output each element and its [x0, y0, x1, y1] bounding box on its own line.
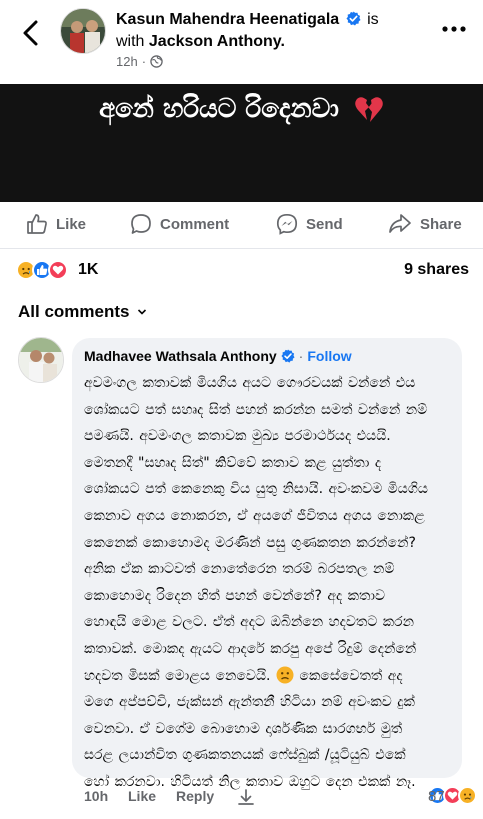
- share-icon: [389, 214, 411, 233]
- comment-line: ශෝකයට පත් සහෘද සිත් පහන් කරන්න සමත් වන්න…: [84, 401, 428, 418]
- comments-filter[interactable]: All comments: [18, 302, 147, 322]
- comment-line-with-emoji: හදවත මිසක් මොළය නෙවෙයි. කෙසේවෙතත් අද: [84, 663, 450, 690]
- comment-line: කතාවක්. මොකද ඇයට ආදරේ කරපු අපේ රිදුම් දෙ…: [84, 640, 417, 657]
- header-dot: ·: [298, 348, 304, 364]
- comment-footer: 10h Like Reply 87: [84, 786, 479, 808]
- comment-line: කෙසේවෙතත් අද: [299, 667, 403, 684]
- comment-reply-button[interactable]: Reply: [176, 788, 214, 804]
- comment-reaction-count: 87: [428, 788, 445, 805]
- comment-icon: [131, 214, 151, 234]
- post-meta: 12h ·: [116, 54, 163, 69]
- with-text: with: [116, 33, 145, 50]
- follow-button[interactable]: Follow: [307, 348, 351, 364]
- share-comment-icon[interactable]: [236, 787, 256, 807]
- send-label: Send: [306, 215, 343, 233]
- is-text: is: [367, 11, 379, 28]
- sad-icon: [458, 786, 477, 805]
- love-icon: [48, 260, 68, 280]
- meta-dot: ·: [141, 54, 147, 69]
- post-text: අනේ හරියට රිදෙනවා: [99, 94, 339, 124]
- comment-header: Madhavee Wathsala Anthony · Follow: [84, 348, 450, 364]
- divider: [0, 248, 483, 249]
- commenter-name[interactable]: Madhavee Wathsala Anthony: [84, 348, 277, 364]
- comment-line: පමණයි. අවමංගල කතාවක මුඛ්‍ය පරමාර්ථයද එයය…: [84, 428, 391, 445]
- comment-label: Comment: [160, 215, 230, 233]
- like-label: Like: [56, 215, 87, 233]
- slightly-frowning-face-icon: [276, 666, 294, 684]
- share-count[interactable]: 9 shares: [404, 261, 469, 279]
- comment-line: කෙනාව අගය නොකරන, ඒ අයගේ ජීවිතය අගය නොකළ: [84, 507, 425, 524]
- back-arrow-icon[interactable]: [18, 18, 46, 48]
- author-avatar[interactable]: [60, 8, 106, 54]
- comments-filter-label: All comments: [18, 302, 130, 321]
- comment-line: වෙනවා. ඒ වගේම බොහොම දාර්ශණික සාරගර්භ මුත…: [84, 720, 403, 737]
- comment-button[interactable]: Comment: [130, 213, 229, 235]
- post-actions: Like Comment Send Share: [0, 205, 483, 247]
- comment-line: හොඳයි මොළ වලට. ඒත් අදට ඔබින්නෙ හදවතට කරන: [84, 614, 414, 631]
- chevron-down-icon: [138, 309, 147, 315]
- verified-badge-icon: [346, 11, 361, 26]
- comment-line: මගෙ අප්පච්චි, ජැක්සන් ඇන්තනී හිටියා නම් …: [84, 694, 415, 711]
- comment-bubble[interactable]: Madhavee Wathsala Anthony · Follow අවමංග…: [72, 338, 462, 790]
- reaction-count[interactable]: 1K: [78, 261, 98, 279]
- messenger-icon: [276, 213, 298, 235]
- reaction-icons: [16, 260, 68, 280]
- reactions-summary[interactable]: 1K 9 shares: [0, 256, 483, 286]
- comment-line: ශෝකයට පත් කෙනෙකු විය යුතු නිසායි. අවංකවම…: [84, 481, 428, 498]
- like-button[interactable]: Like: [26, 213, 86, 235]
- post-header: Kasun Mahendra Heenatigala is with Jacks…: [0, 0, 483, 84]
- more-options-icon[interactable]: [441, 24, 467, 34]
- comment-line: හදවත මිසක් මොළය නෙවෙයි.: [84, 667, 271, 684]
- comment-line: සරළ ලයාන්විත ගුණකතනයක් ෆේස්බුක් /යූටියුබ…: [84, 747, 406, 764]
- tagged-person[interactable]: Jackson Anthony.: [149, 33, 285, 50]
- comment-line: අවමංගල කතාවක් මියගිය අයට ගෞරවයක් වන්නේ එ…: [84, 375, 416, 391]
- comment-text: අවමංගල කතාවක් මියගිය අයට ගෞරවයක් වන්නේ එ…: [84, 370, 450, 796]
- comment-like-button[interactable]: Like: [128, 788, 156, 804]
- post-header-text: Kasun Mahendra Heenatigala is with Jacks…: [116, 9, 416, 53]
- comment-line: කොහොමද රිදෙන හිත් පහන් වෙන්නේ? අද කතාව: [84, 587, 386, 604]
- post-text-wrap: අනේ හරියට රිදෙනවා: [0, 94, 483, 125]
- comment-reactions[interactable]: 87: [428, 786, 477, 805]
- send-button[interactable]: Send: [276, 213, 343, 235]
- globe-icon[interactable]: [150, 55, 163, 68]
- comment-time[interactable]: 10h: [84, 788, 108, 804]
- author-name[interactable]: Kasun Mahendra Heenatigala: [116, 11, 339, 28]
- broken-heart-icon: [355, 96, 383, 122]
- share-label: Share: [420, 215, 462, 233]
- commenter-avatar[interactable]: [18, 337, 64, 383]
- comment-line: මෙතනදී "සහෘද සිත්" කිව්වේ කතාව කළ යුත්තා…: [84, 454, 382, 471]
- post-content[interactable]: අනේ හරියට රිදෙනවා: [0, 84, 483, 202]
- comment-line: අනික ඒක කාටවත් නොතේරෙන තරම් බරපතල නම්: [84, 561, 395, 578]
- verified-badge-icon: [281, 349, 295, 363]
- share-button[interactable]: Share: [388, 213, 462, 235]
- like-icon: [27, 214, 47, 234]
- comment-line: කෙනෙක් කොහොමද මරණින් පසු ගුණකතන කරන්නේ?: [84, 534, 416, 551]
- post-time[interactable]: 12h: [116, 54, 138, 69]
